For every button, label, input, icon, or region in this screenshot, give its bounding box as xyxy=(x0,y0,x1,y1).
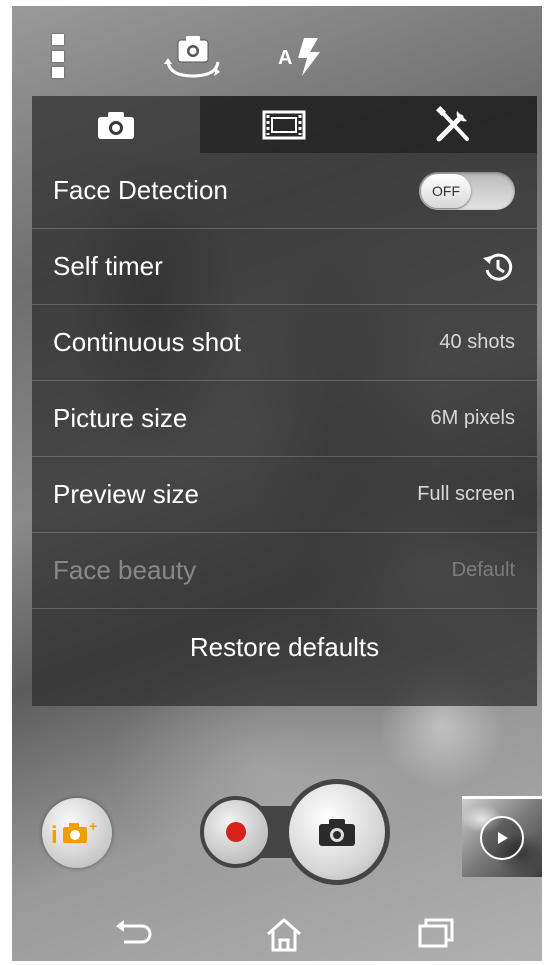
tab-tools[interactable] xyxy=(368,96,537,153)
setting-value: 40 shots xyxy=(439,331,515,353)
timer-icon xyxy=(483,253,513,281)
setting-label: Preview size xyxy=(53,479,199,509)
svg-text:A: A xyxy=(278,47,292,69)
svg-text:+: + xyxy=(89,818,97,834)
setting-value: 6M pixels xyxy=(430,407,515,429)
setting-value: Default xyxy=(451,559,515,581)
auto-flash-icon[interactable]: A xyxy=(274,32,328,87)
camera-icon xyxy=(319,819,355,846)
svg-text:i: i xyxy=(51,822,58,849)
setting-picture-size[interactable]: Picture size 6M pixels xyxy=(32,381,537,457)
video-film-icon xyxy=(262,110,306,139)
setting-value: Full screen xyxy=(417,483,515,505)
shutter-button[interactable] xyxy=(284,779,390,885)
record-dot-icon xyxy=(226,822,246,842)
restore-defaults-button[interactable]: Restore defaults xyxy=(32,609,537,685)
setting-label: Continuous shot xyxy=(53,327,241,357)
camera-viewfinder[interactable]: A Face Detection OFF Self timer Continuo… xyxy=(12,6,542,961)
camera-top-bar: A xyxy=(12,6,542,96)
play-icon xyxy=(480,816,524,860)
setting-continuous-shot[interactable]: Continuous shot 40 shots xyxy=(32,305,537,381)
tools-icon xyxy=(435,105,469,141)
smart-apps-button[interactable]: i + xyxy=(42,798,112,868)
toggle-knob: OFF xyxy=(421,173,471,208)
setting-self-timer[interactable]: Self timer xyxy=(32,229,537,305)
setting-face-beauty: Face beauty Default xyxy=(32,533,537,609)
setting-label: Face Detection xyxy=(53,175,228,205)
capture-controls xyxy=(200,776,390,886)
back-icon[interactable] xyxy=(112,916,156,955)
home-icon[interactable] xyxy=(264,916,304,959)
setting-preview-size[interactable]: Preview size Full screen xyxy=(32,457,537,533)
setting-label: Picture size xyxy=(53,403,188,433)
setting-face-detection[interactable]: Face Detection OFF xyxy=(32,153,537,229)
switch-camera-icon[interactable] xyxy=(160,32,226,87)
gallery-thumbnail[interactable] xyxy=(462,796,542,877)
overflow-menu-icon[interactable] xyxy=(52,34,66,78)
system-nav-bar xyxy=(12,906,542,961)
settings-panel: Face Detection OFF Self timer Continuous… xyxy=(32,96,537,706)
setting-label: Face beauty xyxy=(53,555,197,585)
camera-icon xyxy=(98,111,135,139)
face-detection-toggle[interactable]: OFF xyxy=(419,171,515,210)
tab-video[interactable] xyxy=(200,96,369,153)
add-camera-app-icon: i + xyxy=(51,818,97,849)
settings-tabs xyxy=(32,96,537,153)
record-video-button[interactable] xyxy=(200,796,272,868)
tab-camera[interactable] xyxy=(32,96,201,153)
setting-label: Self timer xyxy=(53,251,163,281)
recent-apps-icon[interactable] xyxy=(416,916,456,955)
